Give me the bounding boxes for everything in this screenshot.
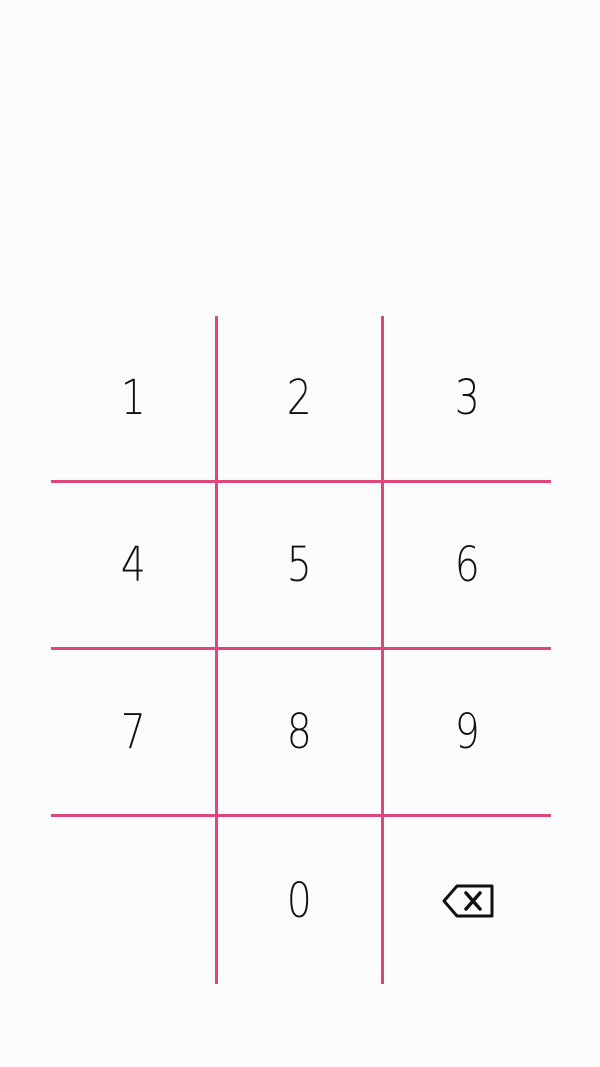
key-empty xyxy=(51,817,218,984)
key-6[interactable]: 6 xyxy=(384,483,551,650)
numeric-keypad: 1 2 3 4 5 6 7 8 9 0 xyxy=(51,316,551,984)
key-2[interactable]: 2 xyxy=(217,316,385,483)
key-label: 2 xyxy=(286,370,313,426)
backspace-icon xyxy=(441,883,495,919)
key-label: 7 xyxy=(120,704,146,760)
key-label: 3 xyxy=(455,370,481,426)
key-3[interactable]: 3 xyxy=(384,316,551,483)
key-0[interactable]: 0 xyxy=(218,817,385,984)
key-4[interactable]: 4 xyxy=(51,483,218,650)
key-label: 0 xyxy=(286,872,313,929)
key-7[interactable]: 7 xyxy=(51,650,218,817)
key-5[interactable]: 5 xyxy=(217,483,385,650)
key-label: 8 xyxy=(286,704,313,760)
pin-display-area xyxy=(0,0,600,316)
key-1[interactable]: 1 xyxy=(51,316,218,483)
key-label: 1 xyxy=(120,370,146,426)
key-label: 9 xyxy=(455,704,481,760)
key-label: 4 xyxy=(120,537,146,593)
key-9[interactable]: 9 xyxy=(384,650,551,817)
backspace-button[interactable] xyxy=(384,817,551,984)
key-label: 5 xyxy=(286,537,313,593)
key-label: 6 xyxy=(455,537,481,593)
key-8[interactable]: 8 xyxy=(217,650,385,817)
